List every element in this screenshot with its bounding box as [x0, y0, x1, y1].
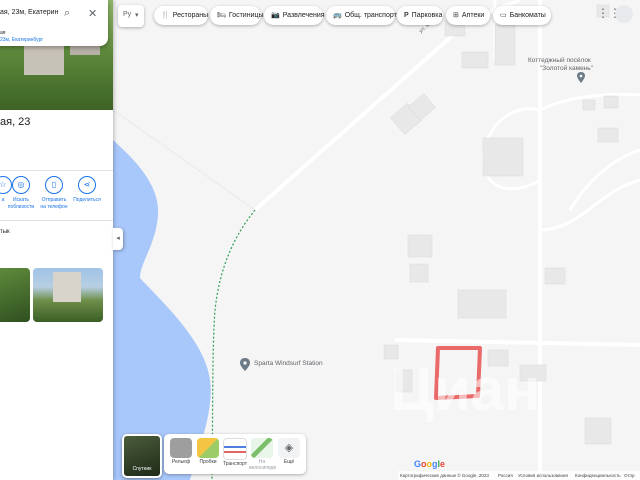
building	[544, 267, 566, 285]
suggestion-link[interactable]: 23м, Екатеринбург	[0, 37, 43, 43]
chip-label: Общ. транспорт	[344, 12, 397, 19]
google-logo: Google	[414, 459, 446, 469]
copyright-text: Картографические данные © Google, 2023	[400, 473, 489, 478]
avatar[interactable]	[615, 5, 633, 23]
search-icon[interactable]: ⌕	[64, 7, 70, 20]
chip-label: Развлечения	[282, 12, 325, 19]
section-label: тык	[0, 229, 10, 235]
chip-label: Рестораны	[172, 12, 209, 19]
map-footer: Картографические данные © Google, 2023 Р…	[398, 471, 640, 480]
place-title: ая, 23	[0, 116, 31, 128]
poi-label[interactable]: Sparta Windsurf Station	[254, 360, 323, 367]
photo-building	[53, 272, 81, 302]
divider	[0, 170, 113, 171]
more-layers-icon: ◈	[278, 438, 300, 458]
chip-label: Парковка	[411, 12, 443, 19]
nearby-button[interactable]: ◎ Искать поблизости	[6, 176, 36, 211]
building	[597, 127, 619, 143]
chip-entertainment[interactable]: 📷 Развлечения	[264, 6, 325, 25]
building	[494, 24, 516, 66]
layer-label: На велосипеде	[249, 459, 277, 471]
building	[582, 99, 596, 111]
hotel-icon: 🛏	[217, 12, 226, 19]
chip-parking[interactable]: P Парковка	[397, 6, 443, 25]
bike-icon	[251, 438, 273, 458]
camera-icon: 📷	[271, 12, 280, 19]
place-label-name: "Золотой камень"	[540, 65, 593, 72]
chevron-left-icon: ◂	[116, 235, 120, 242]
building	[584, 417, 612, 445]
watermark: Циан	[390, 356, 540, 423]
satellite-label: Спутник	[132, 466, 152, 472]
place-label: Коттеджный посёлок	[528, 57, 591, 64]
layers-bar: Рельеф Пробки Транспорт На велосипеде ◈ …	[164, 434, 306, 474]
divider	[0, 220, 113, 221]
layer-label: Рельеф	[171, 459, 191, 465]
building	[461, 51, 489, 69]
chip-transit[interactable]: 🚌 Общ. транспорт	[326, 6, 397, 25]
language-label: Ру	[123, 11, 132, 18]
suggestion-line: ая	[0, 30, 6, 36]
transit-layer-icon	[223, 438, 247, 460]
chip-label: Банкоматы	[509, 12, 546, 19]
chip-label: Аптеки	[461, 12, 485, 19]
feedback-link[interactable]: Отпр	[624, 471, 635, 480]
chip-atms[interactable]: ▭ Банкоматы	[493, 6, 551, 25]
restaurant-icon: 🍴	[161, 12, 170, 19]
action-label: Искать поблизости	[7, 197, 35, 210]
building	[457, 289, 507, 319]
close-icon[interactable]: ✕	[88, 7, 97, 20]
building	[407, 234, 433, 258]
language-button[interactable]: Ру ▾	[118, 5, 144, 27]
action-label: Отправить на телефон	[40, 197, 68, 210]
send-icon: ▯	[45, 176, 63, 194]
layer-label: Транспорт	[222, 461, 248, 467]
photo-thumbnail[interactable]	[0, 268, 30, 322]
chip-hotels[interactable]: 🛏 Гостиницы	[210, 6, 264, 25]
building	[603, 95, 619, 109]
photo-thumbnail[interactable]	[33, 268, 103, 322]
search-input[interactable]: ая, 23м, Екатеринб	[0, 9, 58, 16]
layer-traffic[interactable]: Пробки	[195, 438, 221, 465]
place-panel: ая, 23м, Екатеринб ⌕ ✕ ая 23м, Екатеринб…	[0, 0, 113, 480]
layer-transit[interactable]: Транспорт	[222, 438, 248, 467]
building	[482, 137, 524, 177]
satellite-toggle[interactable]: Спутник	[122, 434, 162, 478]
parking-icon: P	[404, 12, 409, 19]
action-label: Поделиться	[73, 197, 101, 203]
layer-more[interactable]: ◈ Ещё	[276, 438, 302, 465]
chip-pharmacies[interactable]: ⊞ Аптеки	[446, 6, 490, 25]
privacy-link[interactable]: Конфиденциальность	[575, 471, 621, 480]
share-button[interactable]: ⋖ Поделиться	[72, 176, 102, 204]
search-box[interactable]: ая, 23м, Екатеринб ⌕ ✕ ая 23м, Екатеринб…	[0, 0, 108, 46]
action-row: ☆ а ◎ Искать поблизости ▯ Отправить на т…	[0, 176, 113, 216]
building	[409, 263, 429, 283]
transit-icon: 🚌	[333, 12, 342, 19]
pharmacy-icon: ⊞	[453, 12, 459, 19]
chip-label: Гостиницы	[228, 12, 264, 19]
send-to-phone-button[interactable]: ▯ Отправить на телефон	[39, 176, 69, 211]
chip-restaurants[interactable]: 🍴 Рестораны	[154, 6, 208, 25]
terms-link[interactable]: Условия использования	[518, 471, 568, 480]
layer-terrain[interactable]: Рельеф	[168, 438, 194, 465]
atm-icon: ▭	[500, 12, 507, 19]
terrain-icon	[170, 438, 192, 458]
collapse-panel-button[interactable]: ◂	[113, 228, 123, 250]
layer-label: Пробки	[199, 459, 217, 465]
country-link[interactable]: Россия	[498, 471, 513, 480]
nearby-icon: ◎	[12, 176, 30, 194]
chevron-down-icon: ▾	[135, 12, 139, 19]
share-icon: ⋖	[78, 176, 96, 194]
layer-bicycling[interactable]: На велосипеде	[249, 438, 277, 471]
traffic-icon	[197, 438, 219, 458]
layer-label: Ещё	[283, 459, 295, 465]
